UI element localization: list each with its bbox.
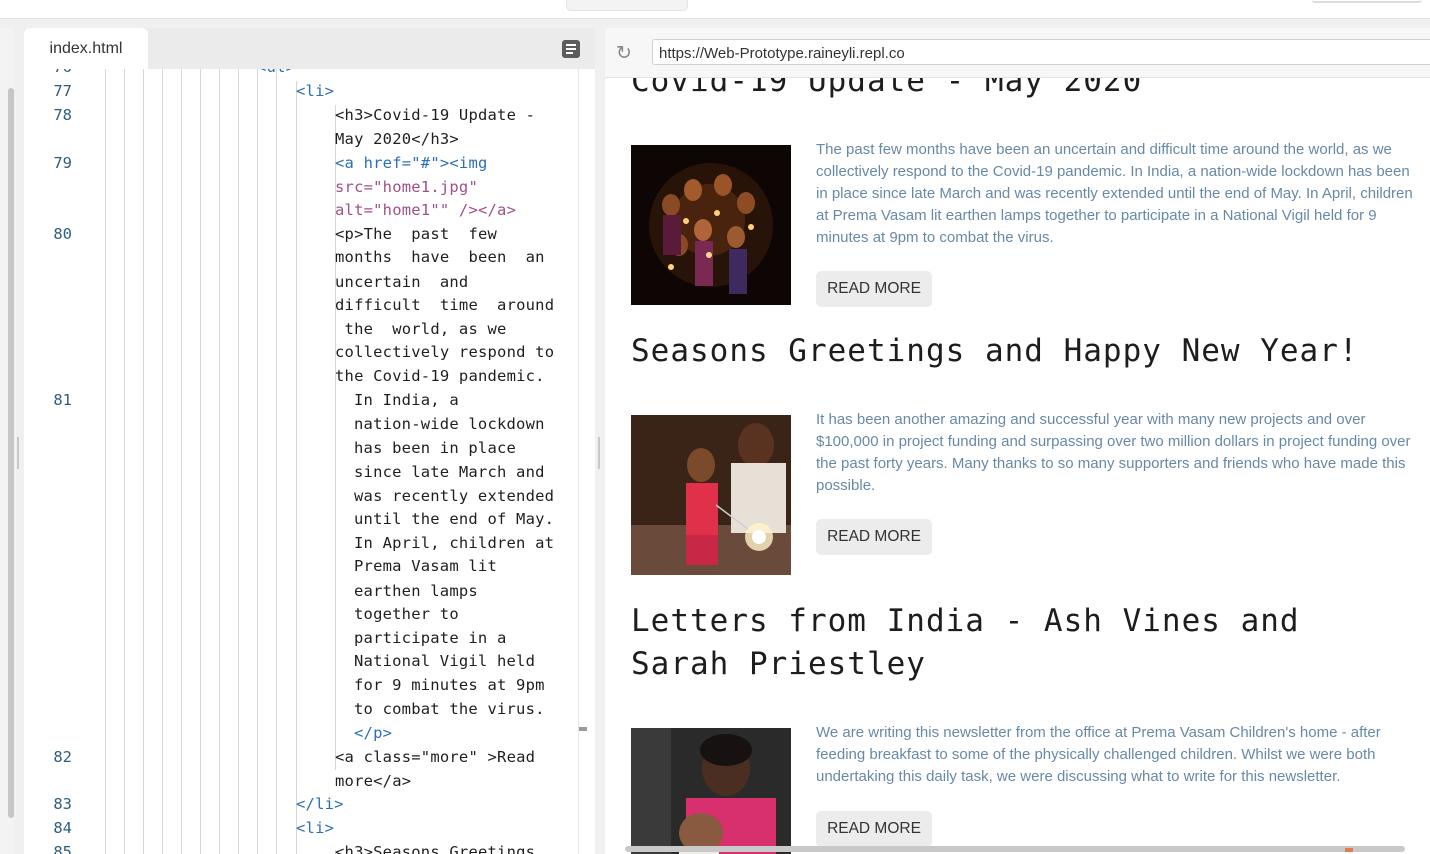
editor-tabbar: index.html [24, 28, 595, 69]
line-number: 77 [53, 82, 72, 100]
code-line: alt="home1"" /></a> [335, 201, 517, 219]
code-line: <h3>Covid-19 Update - [335, 106, 536, 124]
code-line: for 9 minutes at 9pm [354, 676, 545, 694]
left-scrollbar[interactable] [8, 88, 14, 818]
top-strip [0, 0, 1430, 19]
code-line: was recently extended [354, 487, 555, 505]
code-line: uncertain and [335, 273, 469, 291]
pane-resize-handle[interactable] [598, 437, 600, 469]
indent-guide [162, 69, 163, 854]
line-number: 85 [53, 843, 72, 854]
code-line: to combat the virus. [354, 700, 545, 718]
sparklers-photo [631, 415, 791, 575]
code-line: <a href="#"><img [335, 154, 488, 172]
code-line: earthen lamps [354, 582, 478, 600]
line-number: 80 [53, 225, 72, 243]
indent-guide [257, 69, 258, 854]
letters-photo [631, 728, 791, 854]
code-line: In April, children at [354, 534, 555, 552]
top-tab-stub[interactable] [566, 0, 688, 11]
post-title: Seasons Greetings and Happy New Year! [631, 333, 1359, 369]
code-line: the Covid-19 pandemic. [335, 367, 545, 385]
line-number: 84 [53, 819, 72, 837]
reload-icon[interactable]: ↻ [614, 43, 634, 63]
post-title: Letters from India - Ash Vines and Sarah… [631, 603, 1300, 682]
outline-icon[interactable] [562, 40, 580, 58]
indent-guide [181, 69, 182, 854]
code-line: <li> [296, 819, 335, 837]
code-line: </p> [354, 724, 393, 742]
url-bar: ↻ https://Web-Prototype.raineyli.repl.co [605, 28, 1430, 78]
code-area[interactable]: 76 77 78 79 80 81 82 83 84 85 <ul> <li> … [24, 69, 595, 854]
code-line: participate in a [354, 629, 507, 647]
post-text: It has been another amazing and successf… [816, 411, 1411, 494]
code-line: May 2020</h3> [335, 130, 459, 148]
indent-guide [296, 81, 297, 854]
line-number: 83 [53, 795, 72, 813]
indent-guide [124, 69, 125, 854]
code-line: <ul> [257, 69, 295, 78]
code-line: <a class="more" >Read [335, 748, 536, 766]
top-right-stub [1312, 0, 1422, 3]
code-line: <li> [296, 82, 335, 100]
code-line: since late March and [354, 463, 545, 481]
scrollbar-marker [1345, 848, 1353, 852]
indent-guide [143, 69, 144, 854]
indent-guide [276, 69, 277, 854]
browser-preview: ↻ https://Web-Prototype.raineyli.repl.co… [605, 28, 1430, 854]
post-image-sparklers[interactable] [631, 415, 791, 575]
line-number: 82 [53, 748, 72, 766]
code-line: <p>The past few [335, 225, 498, 243]
indent-guide [578, 69, 579, 854]
code-line: National Vigil held [354, 652, 536, 670]
code-line: </li> [296, 795, 344, 813]
code-line: nation-wide lockdown [354, 415, 545, 433]
tab-label: index.html [49, 40, 123, 57]
tab-index-html[interactable]: index.html [24, 28, 148, 69]
code-line: until the end of May. [354, 510, 555, 528]
indent-guide [238, 69, 239, 854]
indent-guide [105, 69, 106, 854]
preview-page[interactable]: Covid-19 Update - May 2020 The past few … [605, 78, 1430, 854]
post-image-letters[interactable] [631, 728, 791, 854]
code-editor: index.html 76 77 78 79 80 81 82 83 84 [24, 28, 595, 854]
post-title: Covid-19 Update - May 2020 [631, 78, 1143, 99]
post-text: We are writing this newsletter from the … [816, 724, 1381, 785]
code-line: <h3>Seasons Greetings [335, 843, 536, 854]
code-line: difficult time around [335, 296, 555, 314]
code-line: has been in place [354, 439, 517, 457]
horizontal-scrollbar[interactable] [625, 846, 1405, 852]
lamps-photo [631, 145, 791, 305]
line-number: 78 [53, 106, 72, 124]
code-line: collectively respond to [335, 343, 555, 361]
line-number: 76 [38, 69, 72, 78]
indent-guide [200, 69, 201, 854]
code-line: months have been an [335, 248, 545, 266]
read-more-button[interactable]: READ MORE [816, 519, 932, 555]
url-input[interactable]: https://Web-Prototype.raineyli.repl.co [652, 39, 1430, 65]
indent-guide [219, 69, 220, 854]
scroll-marker [579, 727, 587, 731]
code-line: Prema Vasam lit [354, 557, 497, 575]
code-line: src="home1.jpg" [335, 178, 478, 196]
left-resize-handle[interactable] [17, 437, 19, 469]
code-line: In India, a [354, 391, 459, 409]
line-number: 81 [53, 391, 72, 409]
code-line: the world, as we [335, 320, 507, 338]
read-more-button[interactable]: READ MORE [816, 811, 932, 847]
post-text: The past few months have been an uncerta… [816, 141, 1413, 246]
code-line: together to [354, 605, 459, 623]
read-more-button[interactable]: READ MORE [816, 271, 932, 307]
line-number: 79 [53, 154, 72, 172]
post-image-lamps[interactable] [631, 145, 791, 305]
left-gutter [0, 28, 14, 854]
code-line: more</a> [335, 772, 412, 790]
